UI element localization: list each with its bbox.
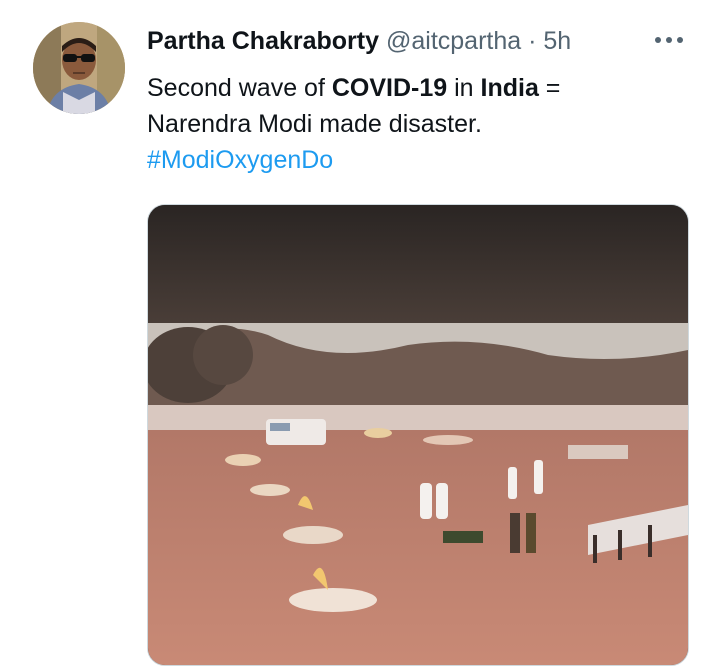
text-segment: in: [447, 74, 481, 102]
hashtag-link[interactable]: #ModiOxygenDo: [147, 142, 667, 178]
author-name[interactable]: Partha Chakraborty: [147, 27, 379, 55]
text-segment: =: [538, 74, 561, 102]
tweet-text: Second wave of COVID-19 in India = Naren…: [147, 70, 667, 178]
tweet-text-line2: Narendra Modi made disaster.: [147, 110, 482, 138]
tweet-timestamp[interactable]: 5h: [543, 27, 571, 55]
tweet-header: Partha Chakraborty @aitcpartha · 5h: [147, 26, 571, 56]
more-options-button[interactable]: [652, 27, 686, 53]
text-bold-india: India: [480, 74, 539, 102]
header-separator: ·: [528, 27, 537, 55]
more-horizontal-icon: [655, 37, 683, 43]
tweet-text-line1: Second wave of COVID-19 in India =: [147, 70, 667, 106]
text-bold-covid: COVID-19: [331, 74, 448, 102]
author-avatar[interactable]: [33, 22, 125, 114]
tweet-media[interactable]: [147, 204, 689, 666]
text-segment: Second wave of: [147, 74, 332, 102]
author-handle[interactable]: @aitcpartha: [386, 27, 521, 55]
media-image: [148, 205, 688, 665]
avatar-image: [33, 22, 125, 114]
